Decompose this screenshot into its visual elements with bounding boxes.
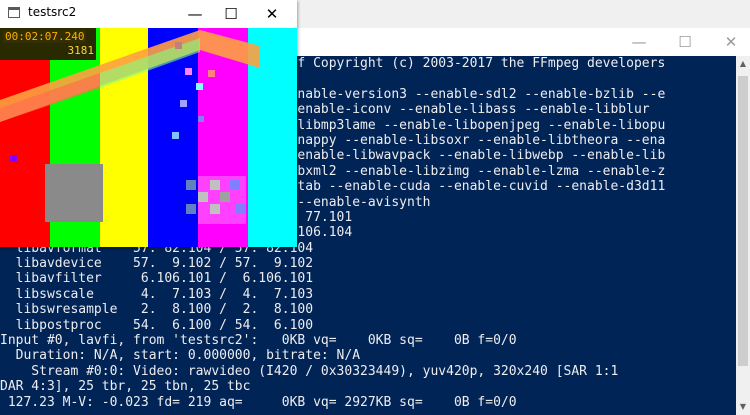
console-line: Input #0, lavfi, from 'testsrc2': 0KB vq…: [0, 333, 517, 349]
frame-counter: 3181: [67, 44, 95, 57]
console-line: 127.23 M-V: -0.023 fd= 219 aq= 0KB vq= 2…: [0, 394, 517, 410]
video-titlebar[interactable]: testsrc2 — ☐ ✕: [0, 0, 297, 28]
window-title: testsrc2: [28, 5, 77, 19]
console-line: libpostproc 54. 6.100 / 54. 6.100: [0, 317, 314, 333]
terminal-close-button[interactable]: ✕: [714, 30, 748, 54]
vertical-scrollbar[interactable]: ▲ ▼: [736, 56, 750, 415]
console-line: libswresample 2. 8.100 / 2. 8.100: [0, 302, 314, 318]
console-line: DAR 4:3], 25 tbr, 25 tbn, 25 tbc: [0, 379, 251, 395]
terminal-maximize-button[interactable]: ☐: [668, 30, 702, 54]
console-line: Duration: N/A, start: 0.000000, bitrate:…: [0, 348, 361, 364]
console-line: libavfilter 6.106.101 / 6.106.101: [0, 271, 314, 287]
terminal-minimize-button[interactable]: —: [622, 30, 656, 54]
timecode-overlay: 00:02:07.240: [3, 30, 87, 43]
scroll-up-arrow-icon[interactable]: ▲: [736, 56, 750, 72]
scrollbar-thumb[interactable]: [738, 76, 748, 366]
console-line: libavdevice 57. 9.102 / 57. 9.102: [0, 256, 314, 272]
console-line: libswscale 4. 7.103 / 4. 7.103: [0, 286, 314, 302]
testsrc2-window: testsrc2 — ☐ ✕ 00:02:07.240 3181: [0, 0, 297, 247]
video-frame: 00:02:07.240 3181: [0, 28, 297, 247]
minimize-button[interactable]: —: [178, 2, 212, 26]
console-line: Stream #0:0: Video: rawvideo (I420 / 0x3…: [0, 363, 619, 379]
maximize-button[interactable]: ☐: [214, 2, 248, 26]
app-window-icon: [8, 7, 20, 18]
scroll-down-arrow-icon[interactable]: ▼: [736, 399, 750, 415]
test-pattern: [0, 28, 297, 247]
close-button[interactable]: ✕: [255, 2, 289, 26]
